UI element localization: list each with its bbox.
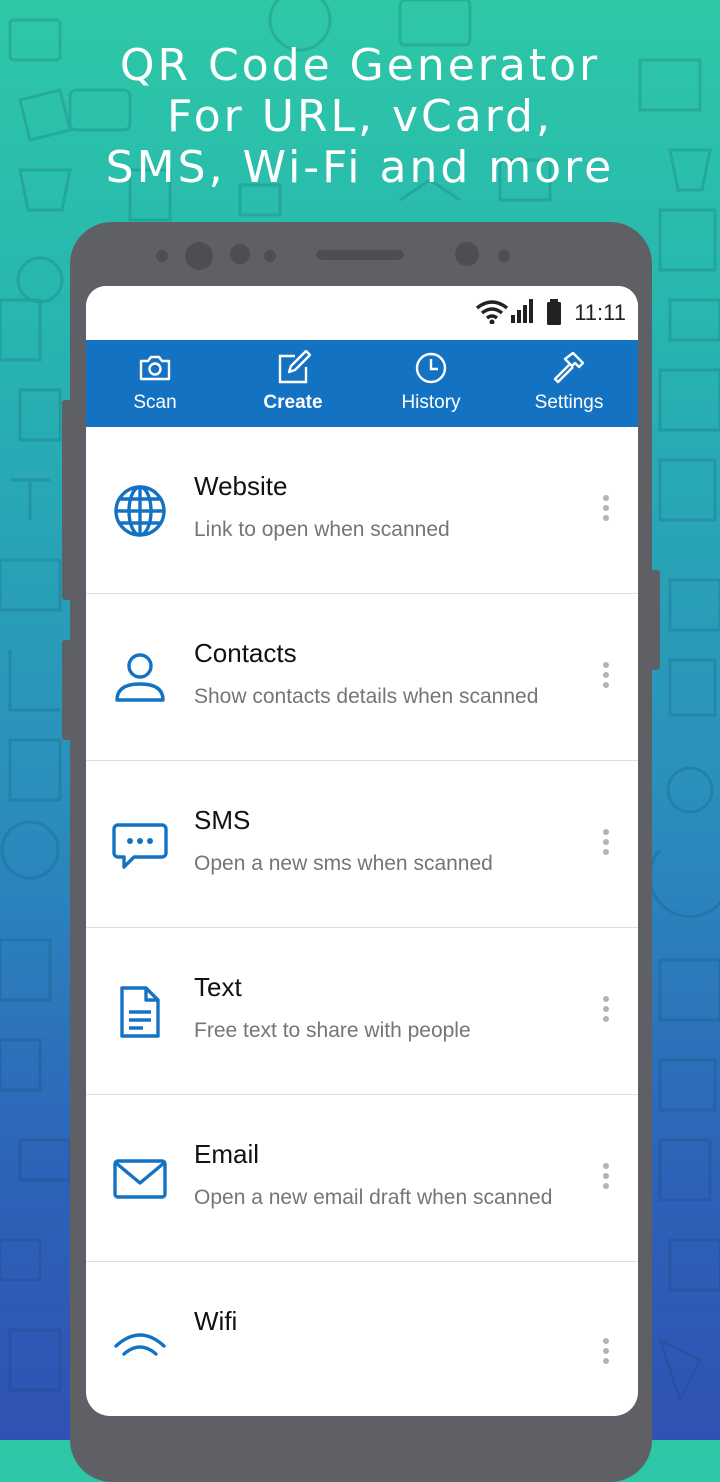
wifi-icon — [114, 1333, 166, 1356]
more-options-icon[interactable] — [596, 662, 616, 692]
list-item-text[interactable]: Text Free text to share with people — [86, 928, 638, 1095]
list-item-subtitle: Show contacts details when scanned — [194, 685, 539, 708]
list-item-title: Email — [194, 1139, 260, 1169]
phone-screen: 11:11 Scan Create History Settings Websi… — [86, 286, 638, 1416]
tab-history[interactable]: History — [362, 340, 500, 427]
list-item-title: Wifi — [194, 1306, 238, 1336]
earpiece-speaker — [316, 250, 404, 260]
proximity-sensor — [455, 242, 479, 266]
more-options-icon[interactable] — [596, 1338, 616, 1368]
document-icon — [120, 986, 160, 1038]
list-item-email[interactable]: Email Open a new email draft when scanne… — [86, 1095, 638, 1262]
more-options-icon[interactable] — [596, 495, 616, 525]
clock-icon — [415, 352, 447, 384]
list-item-website[interactable]: Website Link to open when scanned — [86, 427, 638, 594]
camera-dot — [156, 250, 168, 262]
message-icon — [112, 823, 168, 869]
edit-icon — [278, 350, 311, 384]
tab-create-label: Create — [263, 392, 323, 413]
list-item-subtitle: Link to open when scanned — [194, 518, 450, 541]
cellular-signal-icon — [511, 299, 533, 323]
promo-headline-line-3: SMS, Wi-Fi and more — [105, 142, 615, 193]
tab-settings-label: Settings — [534, 392, 604, 413]
light-sensor — [498, 250, 510, 262]
power-button — [650, 570, 660, 670]
list-item-wifi[interactable]: Wifi — [86, 1262, 638, 1416]
more-options-icon[interactable] — [596, 996, 616, 1026]
list-item-subtitle: Open a new sms when scanned — [194, 852, 493, 875]
promo-headline: QR Code Generator For URL, vCard, SMS, W… — [0, 40, 720, 193]
envelope-icon — [113, 1159, 167, 1199]
list-item-title: Text — [194, 972, 242, 1002]
person-icon — [115, 653, 165, 702]
front-camera — [185, 242, 213, 270]
status-time: 11:11 — [574, 300, 626, 325]
list-item-title: SMS — [194, 805, 251, 835]
top-tab-bar: Scan Create History Settings — [86, 340, 638, 427]
tab-create[interactable]: Create — [224, 340, 362, 427]
list-item-subtitle: Open a new email draft when scanned — [194, 1186, 553, 1209]
list-item-sms[interactable]: SMS Open a new sms when scanned — [86, 761, 638, 928]
globe-icon — [114, 485, 166, 537]
battery-icon — [547, 299, 561, 325]
promo-headline-line-2: For URL, vCard, — [167, 91, 553, 142]
tab-settings[interactable]: Settings — [500, 340, 638, 427]
list-item-title: Website — [194, 471, 288, 501]
promo-headline-line-1: QR Code Generator — [119, 40, 601, 91]
sensor-dot-small — [264, 250, 276, 262]
status-bar: 11:11 — [86, 286, 638, 340]
list-item-subtitle: Free text to share with people — [194, 1019, 471, 1042]
tab-scan[interactable]: Scan — [86, 340, 224, 427]
list-item-title: Contacts — [194, 638, 297, 668]
create-type-list: Website Link to open when scanned Contac… — [86, 427, 638, 1416]
hammer-icon — [553, 351, 585, 384]
more-options-icon[interactable] — [596, 829, 616, 859]
wifi-icon — [475, 300, 509, 324]
more-options-icon[interactable] — [596, 1163, 616, 1193]
tab-scan-label: Scan — [133, 392, 177, 413]
side-button — [62, 640, 72, 740]
sensor-dot — [230, 244, 250, 264]
camera-icon — [139, 355, 171, 381]
volume-button — [62, 400, 72, 600]
tab-history-label: History — [401, 392, 461, 413]
list-item-contacts[interactable]: Contacts Show contacts details when scan… — [86, 594, 638, 761]
